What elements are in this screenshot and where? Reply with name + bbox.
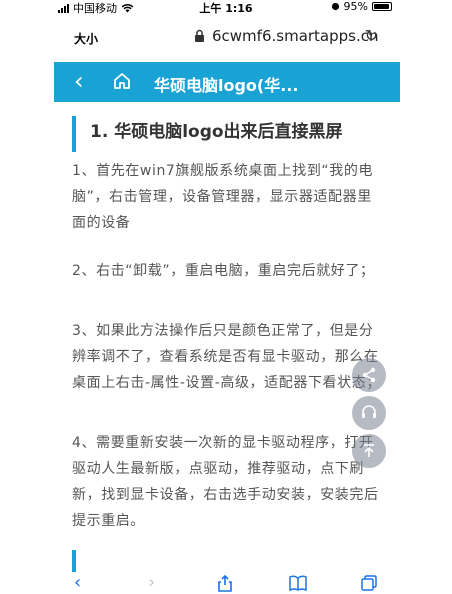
arrow-up-icon [364,444,374,457]
tabs-icon[interactable] [360,574,378,592]
paragraph-3: 3、如果此方法操作后只是颜色正常了，但是分辨率调不了，查看系统是否有显卡驱动，那… [72,323,381,391]
share-sheet-icon[interactable] [216,574,234,592]
status-right: 95% [331,0,392,13]
battery-icon [372,2,392,11]
status-bar: 中国移动 上午 1:16 95% [0,0,452,16]
home-icon[interactable] [112,71,132,91]
share-button[interactable] [352,358,386,392]
page-title: 华硕电脑logo(华... [154,76,299,95]
headset-icon [362,405,376,418]
url-bar[interactable]: 大小 6cwmf6.smartapps.cn ↻ [56,20,396,54]
url-text[interactable]: 6cwmf6.smartapps.cn [212,27,379,45]
next-section-marker [72,550,76,572]
article-content: 1. 华硕电脑logo出来后直接黑屏 1、首先在win7旗舰版系统桌面上找到“我… [54,102,400,572]
customer-service-button[interactable] [352,396,386,430]
paragraph-1: 1、首先在win7旗舰版系统桌面上找到“我的电脑”，右击管理，设备管理器，显示器… [72,163,374,231]
paragraph-2: 2、右击“卸载”，重启电脑，重启完后就好了； [72,263,375,279]
app-header: ‹ 华硕电脑logo(华... [54,62,400,102]
lock-icon [195,29,204,42]
back-to-top-button[interactable] [352,434,386,468]
text-size-button[interactable]: 大小 [74,30,98,47]
alarm-icon [331,2,339,11]
browser-toolbar: ‹ › [56,572,396,594]
bookmarks-icon[interactable] [288,574,308,592]
share-icon [362,367,376,383]
forward-arrow-icon[interactable]: › [148,574,155,592]
back-arrow-icon[interactable]: ‹ [74,574,81,592]
section-title: 1. 华硕电脑logo出来后直接黑屏 [72,116,372,152]
paragraph-4: 4、需要重新安装一次新的显卡驱动程序，打开驱动人生最新版，点驱动，推荐驱动，点下… [72,435,379,529]
back-icon[interactable]: ‹ [74,67,84,95]
battery-percent: 95% [343,0,368,13]
reload-icon[interactable]: ↻ [365,26,378,45]
